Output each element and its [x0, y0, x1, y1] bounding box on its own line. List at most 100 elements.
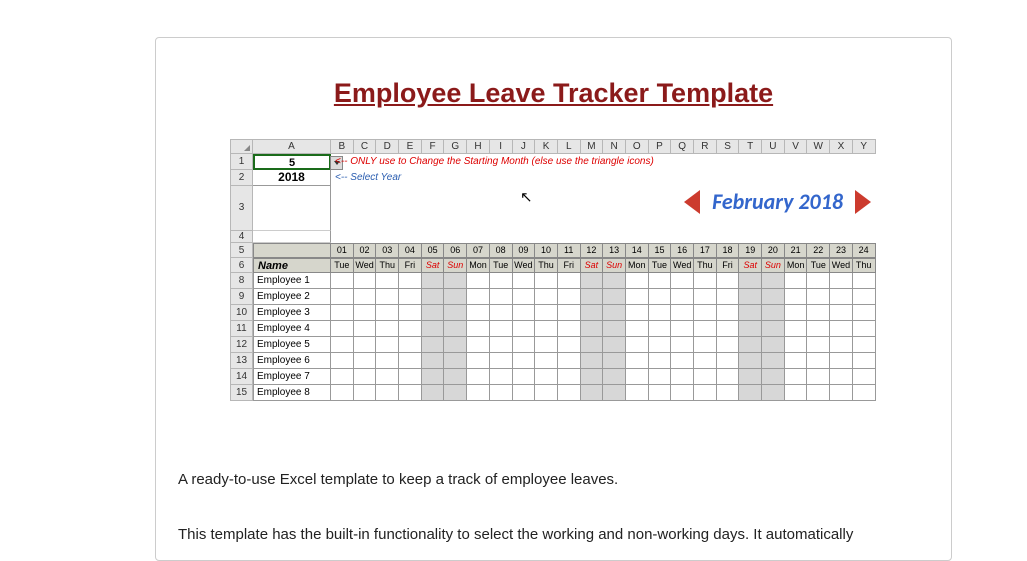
employee-name-cell[interactable]: Employee 7: [253, 369, 331, 385]
leave-cell[interactable]: [581, 369, 604, 385]
leave-cell[interactable]: [399, 337, 422, 353]
leave-cell[interactable]: [581, 289, 604, 305]
leave-cell[interactable]: [603, 305, 626, 321]
leave-cell[interactable]: [513, 369, 536, 385]
row-header-emp-7[interactable]: 15: [230, 385, 253, 401]
prev-month-icon[interactable]: [684, 190, 700, 214]
col-header-L[interactable]: L: [558, 139, 581, 154]
leave-cell[interactable]: [535, 385, 558, 401]
row-header-4[interactable]: 4: [230, 231, 253, 243]
leave-cell[interactable]: [853, 369, 876, 385]
leave-cell[interactable]: [376, 305, 399, 321]
leave-cell[interactable]: [467, 321, 490, 337]
leave-cell[interactable]: [785, 321, 808, 337]
leave-cell[interactable]: [331, 273, 354, 289]
col-header-U[interactable]: U: [762, 139, 785, 154]
leave-cell[interactable]: [671, 353, 694, 369]
leave-cell[interactable]: [785, 289, 808, 305]
employee-name-cell[interactable]: Employee 1: [253, 273, 331, 289]
employee-name-cell[interactable]: Employee 5: [253, 337, 331, 353]
leave-cell[interactable]: [807, 321, 830, 337]
employee-name-cell[interactable]: Employee 4: [253, 321, 331, 337]
leave-cell[interactable]: [853, 337, 876, 353]
leave-cell[interactable]: [694, 289, 717, 305]
col-header-D[interactable]: D: [376, 139, 399, 154]
leave-cell[interactable]: [626, 385, 649, 401]
leave-cell[interactable]: [785, 305, 808, 321]
next-month-icon[interactable]: [855, 190, 871, 214]
leave-cell[interactable]: [717, 305, 740, 321]
leave-cell[interactable]: [671, 337, 694, 353]
col-header-N[interactable]: N: [603, 139, 626, 154]
leave-cell[interactable]: [331, 353, 354, 369]
leave-cell[interactable]: [422, 321, 445, 337]
leave-cell[interactable]: [490, 273, 513, 289]
row-header-emp-4[interactable]: 12: [230, 337, 253, 353]
col-header-S[interactable]: S: [717, 139, 740, 154]
col-header-G[interactable]: G: [444, 139, 467, 154]
leave-cell[interactable]: [762, 353, 785, 369]
leave-cell[interactable]: [354, 353, 377, 369]
leave-cell[interactable]: [376, 385, 399, 401]
leave-cell[interactable]: [739, 273, 762, 289]
leave-cell[interactable]: [467, 385, 490, 401]
leave-cell[interactable]: [807, 273, 830, 289]
leave-cell[interactable]: [671, 273, 694, 289]
leave-cell[interactable]: [853, 321, 876, 337]
template-title-link[interactable]: Employee Leave Tracker Template: [178, 78, 929, 109]
leave-cell[interactable]: [626, 353, 649, 369]
leave-cell[interactable]: [830, 353, 853, 369]
leave-cell[interactable]: [444, 353, 467, 369]
leave-cell[interactable]: [490, 369, 513, 385]
leave-cell[interactable]: [762, 305, 785, 321]
leave-cell[interactable]: [671, 385, 694, 401]
leave-cell[interactable]: [626, 337, 649, 353]
leave-cell[interactable]: [762, 337, 785, 353]
leave-cell[interactable]: [399, 369, 422, 385]
leave-cell[interactable]: [694, 385, 717, 401]
leave-cell[interactable]: [490, 289, 513, 305]
row-header-emp-0[interactable]: 8: [230, 273, 253, 289]
col-header-R[interactable]: R: [694, 139, 717, 154]
col-header-O[interactable]: O: [626, 139, 649, 154]
leave-cell[interactable]: [694, 273, 717, 289]
leave-cell[interactable]: [467, 289, 490, 305]
col-header-H[interactable]: H: [467, 139, 490, 154]
leave-cell[interactable]: [331, 337, 354, 353]
leave-cell[interactable]: [399, 305, 422, 321]
leave-cell[interactable]: [490, 321, 513, 337]
employee-name-cell[interactable]: Employee 3: [253, 305, 331, 321]
leave-cell[interactable]: [807, 353, 830, 369]
row-header-2[interactable]: 2: [230, 170, 253, 186]
leave-cell[interactable]: [581, 385, 604, 401]
leave-cell[interactable]: [422, 337, 445, 353]
leave-cell[interactable]: [558, 305, 581, 321]
leave-cell[interactable]: [830, 289, 853, 305]
leave-cell[interactable]: [739, 369, 762, 385]
leave-cell[interactable]: [830, 369, 853, 385]
leave-cell[interactable]: [603, 273, 626, 289]
leave-cell[interactable]: [513, 321, 536, 337]
leave-cell[interactable]: [535, 321, 558, 337]
leave-cell[interactable]: [490, 337, 513, 353]
cell-month-number[interactable]: 5: [253, 154, 331, 170]
select-all-corner[interactable]: [230, 139, 253, 154]
leave-cell[interactable]: [739, 305, 762, 321]
leave-cell[interactable]: [376, 369, 399, 385]
row-header-3[interactable]: 3: [230, 186, 253, 231]
leave-cell[interactable]: [490, 353, 513, 369]
col-header-B[interactable]: B: [331, 139, 354, 154]
leave-cell[interactable]: [807, 305, 830, 321]
leave-cell[interactable]: [444, 273, 467, 289]
leave-cell[interactable]: [444, 289, 467, 305]
leave-cell[interactable]: [717, 369, 740, 385]
leave-cell[interactable]: [626, 289, 649, 305]
leave-cell[interactable]: [354, 273, 377, 289]
leave-cell[interactable]: [807, 385, 830, 401]
leave-cell[interactable]: [558, 337, 581, 353]
col-header-M[interactable]: M: [581, 139, 604, 154]
row-header-emp-1[interactable]: 9: [230, 289, 253, 305]
leave-cell[interactable]: [558, 369, 581, 385]
leave-cell[interactable]: [649, 273, 672, 289]
leave-cell[interactable]: [694, 353, 717, 369]
